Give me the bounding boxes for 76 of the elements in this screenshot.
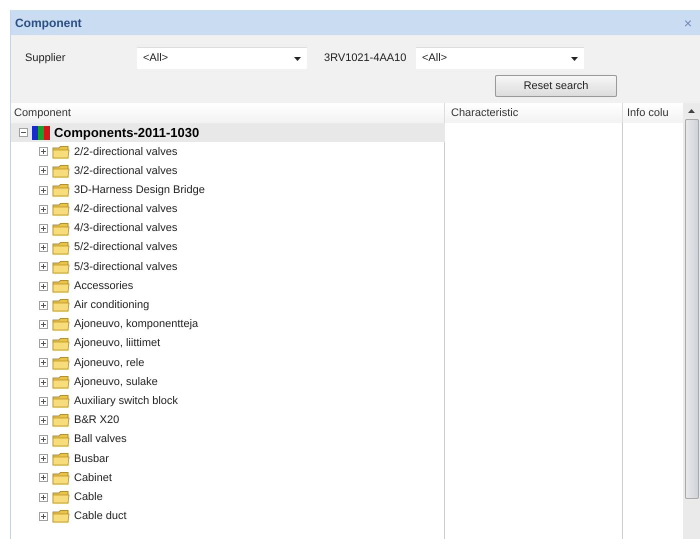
expand-icon[interactable] xyxy=(39,243,48,252)
expand-icon[interactable] xyxy=(39,300,48,310)
expand-icon[interactable] xyxy=(39,204,48,214)
caret-icon xyxy=(294,56,301,60)
tree-item[interactable]: 4/2-directional valves xyxy=(11,200,445,219)
expand-icon[interactable] xyxy=(39,454,48,464)
expand-icon[interactable] xyxy=(39,320,48,329)
tree-item[interactable]: Cabinet xyxy=(11,468,445,488)
expand-icon[interactable] xyxy=(39,186,48,195)
folder-icon xyxy=(52,432,70,447)
tree-item[interactable]: 2/2-directional valves xyxy=(11,142,445,162)
folder-icon xyxy=(52,356,70,370)
tree-item[interactable]: Ajoneuvo, sulake xyxy=(11,372,445,392)
expand-icon[interactable] xyxy=(39,435,48,444)
folder-icon xyxy=(52,260,70,274)
tree-item[interactable]: Cable duct xyxy=(11,506,445,526)
part-number-label: 3RV1021-4AA10 xyxy=(324,50,408,66)
tree-item[interactable]: B&R X20 xyxy=(11,410,445,430)
expand-icon[interactable] xyxy=(39,416,48,425)
part-dropdown[interactable]: <All> xyxy=(416,47,584,69)
expand-icon[interactable] xyxy=(39,378,48,387)
tree-item[interactable]: Ajoneuvo, rele xyxy=(11,353,445,372)
tree-item[interactable]: Ball valves xyxy=(11,430,445,450)
tree-item[interactable]: Busbar xyxy=(11,449,445,468)
supplier-dropdown[interactable]: <All> xyxy=(137,47,307,69)
folder-icon xyxy=(52,144,70,159)
folder-icon xyxy=(52,279,70,294)
folder-icon xyxy=(52,222,70,236)
folder-icon xyxy=(52,452,70,466)
window-title: Component xyxy=(15,14,82,32)
expand-icon[interactable] xyxy=(39,282,48,291)
folder-icon xyxy=(52,509,70,524)
column-header[interactable]: Characteristic xyxy=(445,103,623,123)
tree-item[interactable]: 5/3-directional valves xyxy=(11,257,445,276)
folder-icon xyxy=(52,490,70,504)
scroll-thumb[interactable] xyxy=(684,119,698,499)
supplier-label: Supplier xyxy=(24,50,66,66)
folder-icon xyxy=(52,298,70,312)
caret-icon xyxy=(571,56,578,60)
tree-item[interactable]: Cable xyxy=(11,488,445,507)
column-header[interactable]: Info colu xyxy=(623,103,683,123)
tree-item[interactable]: 3/2-directional valves xyxy=(11,161,445,181)
tree-item[interactable]: Ajoneuvo, liittimet xyxy=(11,334,445,354)
tree-item[interactable]: Components-2011-1030 xyxy=(11,123,445,142)
scroll-up-icon[interactable] xyxy=(688,109,695,113)
tree-item[interactable]: 5/2-directional valves xyxy=(11,238,445,258)
expand-icon[interactable] xyxy=(39,339,48,348)
expand-icon[interactable] xyxy=(39,166,48,176)
expand-icon[interactable] xyxy=(39,262,48,272)
tree-item[interactable]: Auxiliary switch block xyxy=(11,392,445,411)
folder-icon xyxy=(52,183,70,198)
folder-icon xyxy=(52,164,70,178)
tree-item[interactable]: Air conditioning xyxy=(11,296,445,315)
tree-item[interactable]: 4/3-directional valves xyxy=(11,218,445,238)
expand-icon[interactable] xyxy=(39,512,48,521)
expand-icon[interactable] xyxy=(39,224,48,234)
tree-item[interactable]: 3D-Harness Design Bridge xyxy=(11,180,445,200)
tree-item[interactable]: Ajoneuvo, komponentteja xyxy=(11,314,445,334)
folder-icon xyxy=(52,336,70,351)
scrollbar[interactable] xyxy=(683,103,700,539)
folder-icon xyxy=(52,470,70,485)
expand-icon[interactable] xyxy=(39,147,48,156)
expand-icon[interactable] xyxy=(39,396,48,406)
expand-icon[interactable] xyxy=(39,473,48,482)
color-bars-icon xyxy=(32,126,50,140)
reset-search-button[interactable]: Reset search xyxy=(495,75,617,97)
collapse-icon[interactable] xyxy=(19,128,28,138)
folder-icon xyxy=(52,317,70,332)
folder-icon xyxy=(52,394,70,408)
folder-icon xyxy=(52,413,70,428)
expand-icon[interactable] xyxy=(39,492,48,502)
folder-icon xyxy=(52,240,70,255)
folder-icon xyxy=(52,202,70,216)
folder-icon xyxy=(52,375,70,390)
expand-icon[interactable] xyxy=(39,358,48,368)
tree-item[interactable]: Accessories xyxy=(11,276,445,296)
